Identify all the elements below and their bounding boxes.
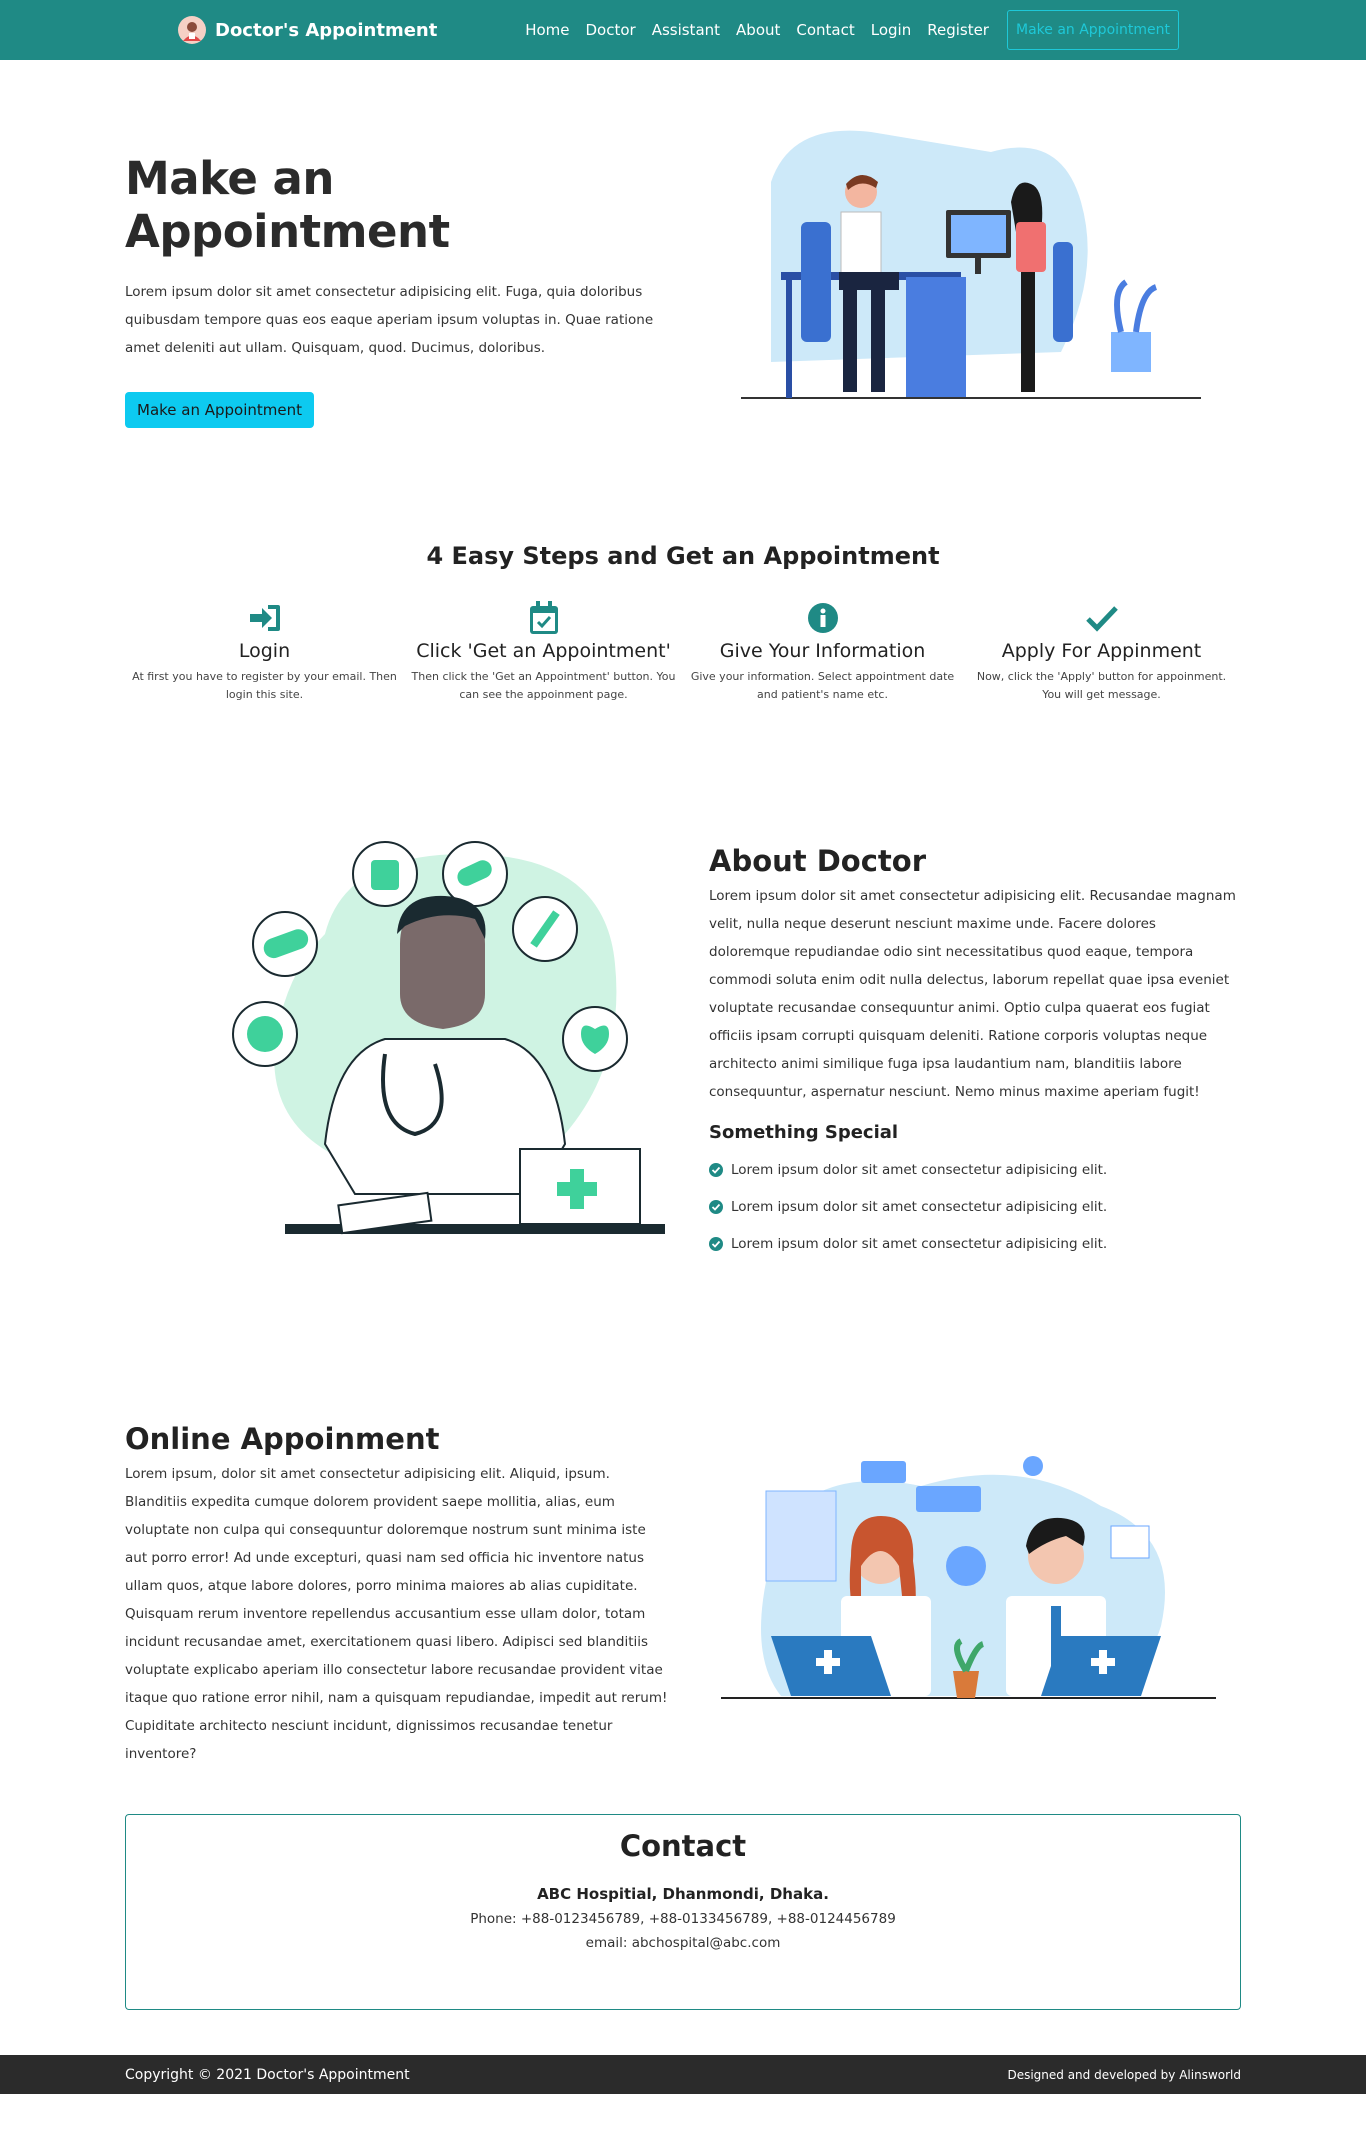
online-title: Online Appoinment <box>125 1422 440 1456</box>
nav-link-about[interactable]: About <box>736 21 780 39</box>
contact-hospital-name: ABC Hospitial, Dhanmondi, Dhaka. <box>537 1885 829 1903</box>
step-login: Login At first you have to register by y… <box>125 600 404 704</box>
step-title: Apply For Appinment <box>1001 640 1202 662</box>
nav-link-assistant[interactable]: Assistant <box>652 21 720 39</box>
brand-name: Doctor's Appointment <box>215 19 438 41</box>
check-icon <box>966 600 1237 636</box>
check-circle-icon <box>709 1162 723 1177</box>
online-consultation-illustration <box>721 1456 1216 1699</box>
nav-link-register[interactable]: Register <box>927 21 989 39</box>
special-title: Something Special <box>709 1122 899 1143</box>
step-description: Then click the 'Get an Appointment' butt… <box>411 670 676 701</box>
brand[interactable]: Doctor's Appointment <box>178 16 437 44</box>
about-description: Lorem ipsum dolor sit amet consectetur a… <box>709 888 1236 1100</box>
about-title: About Doctor <box>709 844 927 878</box>
step-give-information: Give Your Information Give your informat… <box>683 600 962 704</box>
step-description: Now, click the 'Apply' button for appoin… <box>976 670 1227 701</box>
list-item: Lorem ipsum dolor sit amet consectetur a… <box>709 1188 1241 1225</box>
online-description: Lorem ipsum, dolor sit amet consectetur … <box>125 1466 668 1762</box>
online-appointment-section: Online Appoinment Lorem ipsum, dolor sit… <box>0 1374 1366 1814</box>
doctor-logo-icon <box>178 16 206 44</box>
check-circle-icon <box>709 1199 723 1214</box>
hero-text: Make an Appointment Lorem ipsum dolor si… <box>125 152 665 428</box>
contact-box: Contact ABC Hospitial, Dhanmondi, Dhaka.… <box>125 1814 1241 2010</box>
step-title: Login <box>238 640 291 662</box>
info-icon <box>687 600 958 636</box>
nav-link-doctor[interactable]: Doctor <box>585 21 635 39</box>
footer: Copyright © 2021 Doctor's Appointment De… <box>0 2055 1366 2094</box>
list-item-text: Lorem ipsum dolor sit amet consectetur a… <box>731 1161 1108 1178</box>
steps-section: 4 Easy Steps and Get an Appointment Logi… <box>0 542 1366 704</box>
doctor-illustration <box>232 841 665 1235</box>
contact-email: email: abchospital@abc.com <box>585 1935 781 1951</box>
footer-credit: Designed and developed by Alinsworld <box>1007 2067 1241 2082</box>
hero-section: Make an Appointment Lorem ipsum dolor si… <box>0 60 1366 460</box>
special-list: Lorem ipsum dolor sit amet consectetur a… <box>709 1151 1241 1262</box>
list-item: Lorem ipsum dolor sit amet consectetur a… <box>709 1225 1241 1262</box>
sign-in-icon <box>129 600 400 636</box>
list-item: Lorem ipsum dolor sit amet consectetur a… <box>709 1151 1241 1188</box>
online-text: Online Appoinment Lorem ipsum, dolor sit… <box>125 1422 670 1768</box>
calendar-check-icon <box>408 600 679 636</box>
contact-section: Contact ABC Hospitial, Dhanmondi, Dhaka.… <box>0 1814 1366 2010</box>
steps-title: 4 Easy Steps and Get an Appointment <box>426 542 940 570</box>
steps-list: Login At first you have to register by y… <box>125 600 1241 704</box>
step-get-appointment: Click 'Get an Appointment' Then click th… <box>404 600 683 704</box>
step-title: Give Your Information <box>719 640 926 662</box>
nav-link-home[interactable]: Home <box>525 21 569 39</box>
doctor-patient-illustration <box>741 130 1201 399</box>
nav-link-login[interactable]: Login <box>871 21 911 39</box>
step-description: Give your information. Select appointmen… <box>690 670 955 701</box>
navbar: Doctor's Appointment Home Doctor Assista… <box>0 0 1366 60</box>
list-item-text: Lorem ipsum dolor sit amet consectetur a… <box>731 1235 1108 1252</box>
step-apply: Apply For Appinment Now, click the 'Appl… <box>962 600 1241 704</box>
contact-phone: Phone: +88-0123456789, +88-0133456789, +… <box>470 1911 896 1927</box>
nav-links: Home Doctor Assistant About Contact Logi… <box>509 10 1179 50</box>
about-text: About Doctor Lorem ipsum dolor sit amet … <box>709 844 1241 1262</box>
step-title: Click 'Get an Appointment' <box>416 640 671 662</box>
check-circle-icon <box>709 1236 723 1251</box>
about-section: About Doctor Lorem ipsum dolor sit amet … <box>0 794 1366 1374</box>
hero-title: Make an Appointment <box>125 152 450 258</box>
contact-title: Contact <box>619 1829 747 1863</box>
footer-copyright: Copyright © 2021 Doctor's Appointment <box>125 2066 410 2083</box>
hero-description: Lorem ipsum dolor sit amet consectetur a… <box>125 284 654 356</box>
nav-make-appointment-button[interactable]: Make an Appointment <box>1006 10 1179 50</box>
nav-link-contact[interactable]: Contact <box>796 21 854 39</box>
hero-make-appointment-button[interactable]: Make an Appointment <box>125 392 315 428</box>
list-item-text: Lorem ipsum dolor sit amet consectetur a… <box>731 1198 1108 1215</box>
step-description: At first you have to register by your em… <box>132 670 397 701</box>
